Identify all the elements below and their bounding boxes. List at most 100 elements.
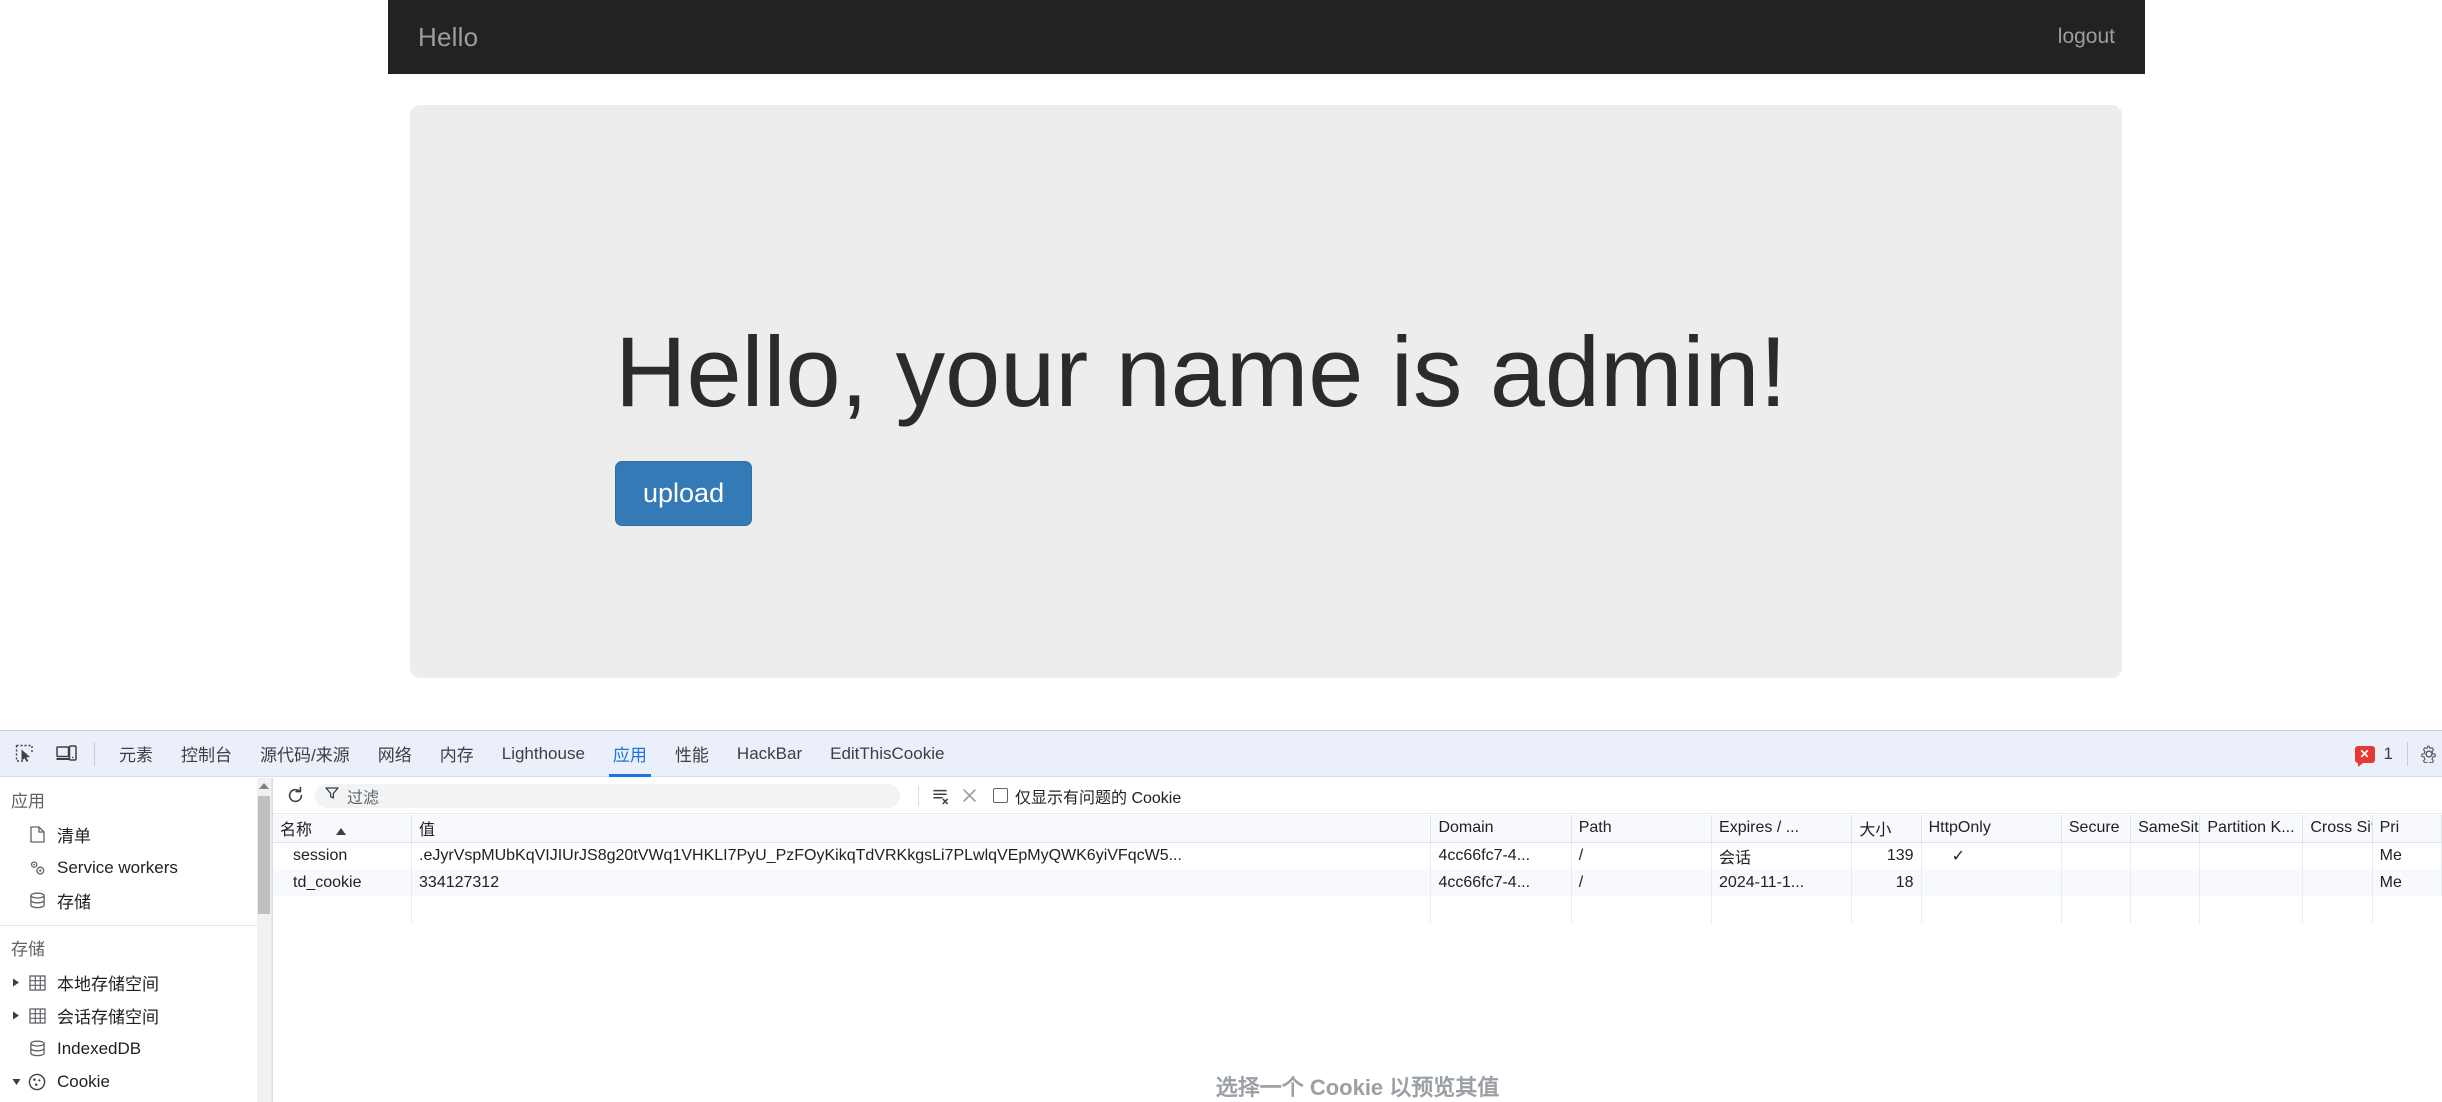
inspect-element-icon[interactable] <box>6 737 42 771</box>
column-label: 名称 <box>280 822 313 840</box>
sidebar-item-cookie[interactable]: Cookie <box>0 1065 271 1098</box>
cookie-icon <box>26 1072 48 1092</box>
column-header-expires[interactable]: Expires / ... <box>1711 815 1853 843</box>
filler-cell <box>1571 896 1713 923</box>
column-header-samesite[interactable]: SameSite <box>2130 815 2201 843</box>
clear-all-cookies-icon[interactable] <box>955 783 983 809</box>
sidebar-item-indexeddb[interactable]: IndexedDB <box>0 1032 271 1065</box>
navbar-brand[interactable]: Hello <box>418 22 478 53</box>
filler-cell <box>1851 896 1922 923</box>
cell-domain[interactable]: 4cc66fc7-4... <box>1430 842 1572 869</box>
devtools-tabbar: 元素 控制台 源代码/来源 网络 内存 Lighthouse 应用 性能 Hac… <box>0 731 2442 777</box>
tab-network[interactable]: 网络 <box>364 731 426 777</box>
sidebar-item-label: 存储 <box>57 893 91 912</box>
cell-partition-key[interactable] <box>2199 842 2304 869</box>
cell-cross-site[interactable] <box>2302 869 2373 896</box>
cell-partition-key[interactable] <box>2199 869 2304 896</box>
cell-httponly[interactable]: ✓ <box>1921 842 2062 869</box>
cell-path[interactable]: / <box>1571 842 1713 869</box>
cookie-table-scroll[interactable]: 名称 值 Domain Path Expires / ... 大小 HttpOn… <box>273 815 2442 1067</box>
filter-placeholder: 过滤 <box>347 789 380 807</box>
refresh-icon[interactable] <box>281 783 309 809</box>
sidebar-item-manifest[interactable]: 清单 <box>0 818 271 851</box>
tab-lighthouse[interactable]: Lighthouse <box>488 731 599 777</box>
error-count: 1 <box>2383 744 2393 763</box>
filter-funnel-icon <box>325 786 339 805</box>
cell-priority[interactable]: Me <box>2372 842 2442 869</box>
sidebar-item-label: 清单 <box>57 827 91 846</box>
cell-secure[interactable] <box>2061 842 2132 869</box>
sidebar-group-title-storage: 存储 <box>11 940 45 959</box>
cookie-panel: 过滤 仅显示有问题的 Cookie 名称 值 Domain Path Expir… <box>272 778 2442 1102</box>
only-problems-checkbox[interactable] <box>993 788 1008 803</box>
cell-name[interactable]: session <box>273 842 413 869</box>
tab-sources[interactable]: 源代码/来源 <box>246 731 364 777</box>
only-problems-label[interactable]: 仅显示有问题的 Cookie <box>1015 784 1181 808</box>
filler-cell <box>1430 896 1572 923</box>
cell-cross-site[interactable] <box>2302 842 2373 869</box>
sidebar-item-label: 会话存储空间 <box>57 1008 159 1027</box>
cell-secure[interactable] <box>2061 869 2132 896</box>
cell-samesite[interactable] <box>2130 869 2201 896</box>
jumbotron-panel: Hello, your name is admin! upload <box>410 105 2122 678</box>
table-row[interactable]: td_cookie 334127312 4cc66fc7-4... / 2024… <box>273 869 2442 896</box>
tab-console[interactable]: 控制台 <box>167 731 246 777</box>
column-header-partition-key[interactable]: Partition K... <box>2199 815 2304 843</box>
device-toolbar-icon[interactable] <box>48 737 84 771</box>
filler-cell <box>2130 896 2201 923</box>
site-navbar: Hello logout <box>388 0 2145 74</box>
column-header-value[interactable]: 值 <box>411 815 1432 843</box>
cell-value[interactable]: 334127312 <box>411 869 1432 896</box>
cell-expires[interactable]: 会话 <box>1711 842 1853 869</box>
cell-size[interactable]: 18 <box>1851 869 1922 896</box>
column-header-priority[interactable]: Pri <box>2372 815 2442 843</box>
scroll-up-arrow-icon[interactable] <box>259 783 269 789</box>
cell-path[interactable]: / <box>1571 869 1713 896</box>
cell-httponly[interactable] <box>1921 869 2062 896</box>
filter-input[interactable]: 过滤 <box>315 783 900 808</box>
column-header-cross-site[interactable]: Cross Site <box>2302 815 2373 843</box>
cell-domain[interactable]: 4cc66fc7-4... <box>1430 869 1572 896</box>
sidebar-scrollbar[interactable] <box>257 778 271 1102</box>
column-header-domain[interactable]: Domain <box>1430 815 1572 843</box>
tab-elements[interactable]: 元素 <box>105 731 167 777</box>
sidebar-item-service-workers[interactable]: Service workers <box>0 851 271 884</box>
tab-hackbar[interactable]: HackBar <box>723 731 816 777</box>
filler-cell <box>1921 896 2062 923</box>
sidebar-item-local-storage[interactable]: 本地存储空间 <box>0 966 271 999</box>
table-row[interactable]: session .eJyrVspMUbKqVIJIUrJS8g20tVWq1VH… <box>273 842 2442 869</box>
tab-editthiscookie[interactable]: EditThisCookie <box>816 731 958 777</box>
tab-performance[interactable]: 性能 <box>661 731 723 777</box>
upload-button[interactable]: upload <box>615 460 753 526</box>
column-header-path[interactable]: Path <box>1571 815 1713 843</box>
twisty-expanded-icon[interactable] <box>8 1074 24 1090</box>
filler-cell <box>2061 896 2132 923</box>
cookie-preview-pane: 选择一个 Cookie 以预览其值 <box>273 1068 2442 1102</box>
twisty-collapsed-icon[interactable] <box>8 1008 24 1024</box>
cell-value[interactable]: .eJyrVspMUbKqVIJIUrJS8g20tVWq1VHKLI7PyU_… <box>411 842 1432 869</box>
cell-expires[interactable]: 2024-11-1... <box>1711 869 1853 896</box>
cell-priority[interactable]: Me <box>2372 869 2442 896</box>
page-title: Hello, your name is admin! <box>615 316 1787 427</box>
column-header-httponly[interactable]: HttpOnly <box>1921 815 2062 843</box>
tab-label: 源代码/来源 <box>260 746 350 765</box>
tab-application[interactable]: 应用 <box>599 731 661 777</box>
sidebar-item-session-storage[interactable]: 会话存储空间 <box>0 999 271 1032</box>
logout-link[interactable]: logout <box>2058 25 2115 49</box>
scrollbar-thumb[interactable] <box>258 796 270 914</box>
tab-label: 应用 <box>612 746 647 765</box>
tab-memory[interactable]: 内存 <box>426 731 488 777</box>
column-header-secure[interactable]: Secure <box>2061 815 2132 843</box>
cell-name[interactable]: td_cookie <box>273 869 413 896</box>
twisty-collapsed-icon[interactable] <box>8 975 24 991</box>
column-header-name[interactable]: 名称 <box>273 815 413 843</box>
sidebar-item-storage[interactable]: 存储 <box>0 884 271 917</box>
cell-samesite[interactable] <box>2130 842 2201 869</box>
column-header-size[interactable]: 大小 <box>1851 815 1922 843</box>
settings-gear-icon[interactable] <box>2420 737 2442 771</box>
clear-filtered-cookies-icon[interactable] <box>927 783 955 809</box>
tab-label: 元素 <box>119 746 153 765</box>
cell-size[interactable]: 139 <box>1851 842 1922 869</box>
filler-cell <box>2372 896 2441 923</box>
error-badge-icon[interactable]: ✕ <box>2354 745 2375 767</box>
